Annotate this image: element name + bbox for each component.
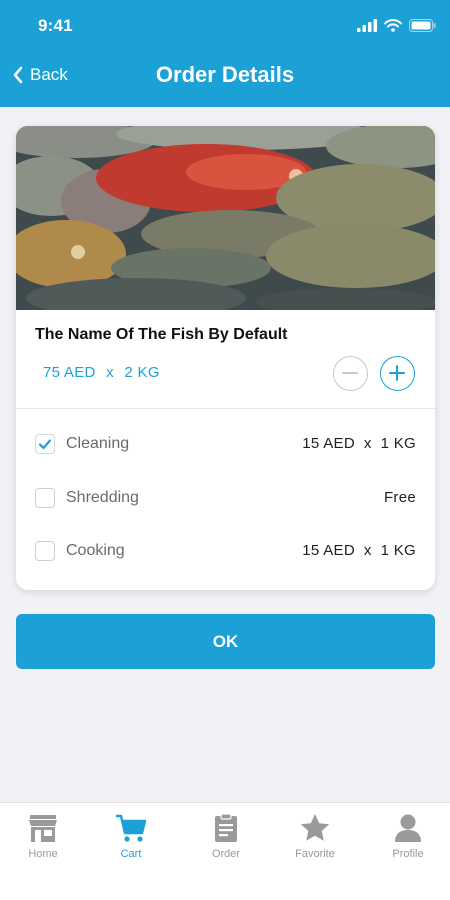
option-label: Cleaning	[66, 435, 130, 452]
cleaning-checkbox[interactable]	[35, 434, 55, 454]
star-icon	[300, 814, 330, 841]
status-icons	[357, 16, 436, 34]
divider	[16, 408, 435, 409]
product-price-line: 75 AED x 2 KG	[43, 364, 160, 381]
order-card: The Name Of The Fish By Default 75 AED x…	[16, 126, 435, 590]
wifi-icon	[384, 18, 402, 32]
tab-label: Profile	[392, 848, 424, 860]
tab-bar: Home Cart Order Favorite Profile	[0, 802, 450, 900]
option-label: Cooking	[66, 542, 125, 559]
signal-icon	[357, 18, 377, 32]
product-price: 75 AED	[43, 364, 96, 381]
page-title: Order Details	[155, 62, 295, 87]
option-cooking[interactable]: Cooking 15 AED x 1 KG	[16, 536, 435, 566]
ok-button[interactable]: OK	[16, 614, 435, 669]
store-icon	[29, 815, 57, 842]
plus-icon	[389, 365, 405, 381]
tab-home[interactable]: Home	[8, 813, 78, 873]
tab-label: Home	[28, 848, 58, 860]
decrease-quantity-button[interactable]	[333, 356, 368, 391]
increase-quantity-button[interactable]	[380, 356, 415, 391]
tab-favorite[interactable]: Favorite	[280, 813, 350, 873]
person-icon	[395, 814, 421, 842]
option-price: 15 AED x 1 KG	[302, 435, 416, 452]
option-price: 15 AED x 1 KG	[302, 542, 416, 559]
option-cleaning[interactable]: Cleaning 15 AED x 1 KG	[16, 429, 435, 459]
battery-icon	[409, 18, 436, 32]
status-time: 9:41	[38, 16, 73, 35]
option-shredding[interactable]: Shredding Free	[16, 483, 435, 513]
minus-icon	[342, 372, 358, 374]
fish-photo	[16, 126, 435, 310]
checkmark-icon	[38, 439, 52, 450]
product-quantity: 2 KG	[124, 364, 160, 381]
tab-order[interactable]: Order	[191, 813, 261, 873]
price-separator: x	[106, 364, 114, 381]
app-header: 9:41 Back Order Details	[0, 0, 450, 107]
clipboard-icon	[215, 813, 237, 842]
tab-cart[interactable]: Cart	[96, 813, 166, 873]
tab-label: Order	[211, 848, 241, 860]
option-label: Shredding	[66, 489, 139, 506]
tab-label: Cart	[120, 848, 142, 860]
option-price: Free	[383, 489, 416, 506]
tab-profile[interactable]: Profile	[373, 813, 443, 873]
shredding-checkbox[interactable]	[35, 488, 55, 508]
cart-icon	[116, 814, 147, 842]
product-name: The Name Of The Fish By Default	[35, 326, 288, 343]
cooking-checkbox[interactable]	[35, 541, 55, 561]
tab-label: Favorite	[295, 848, 335, 860]
